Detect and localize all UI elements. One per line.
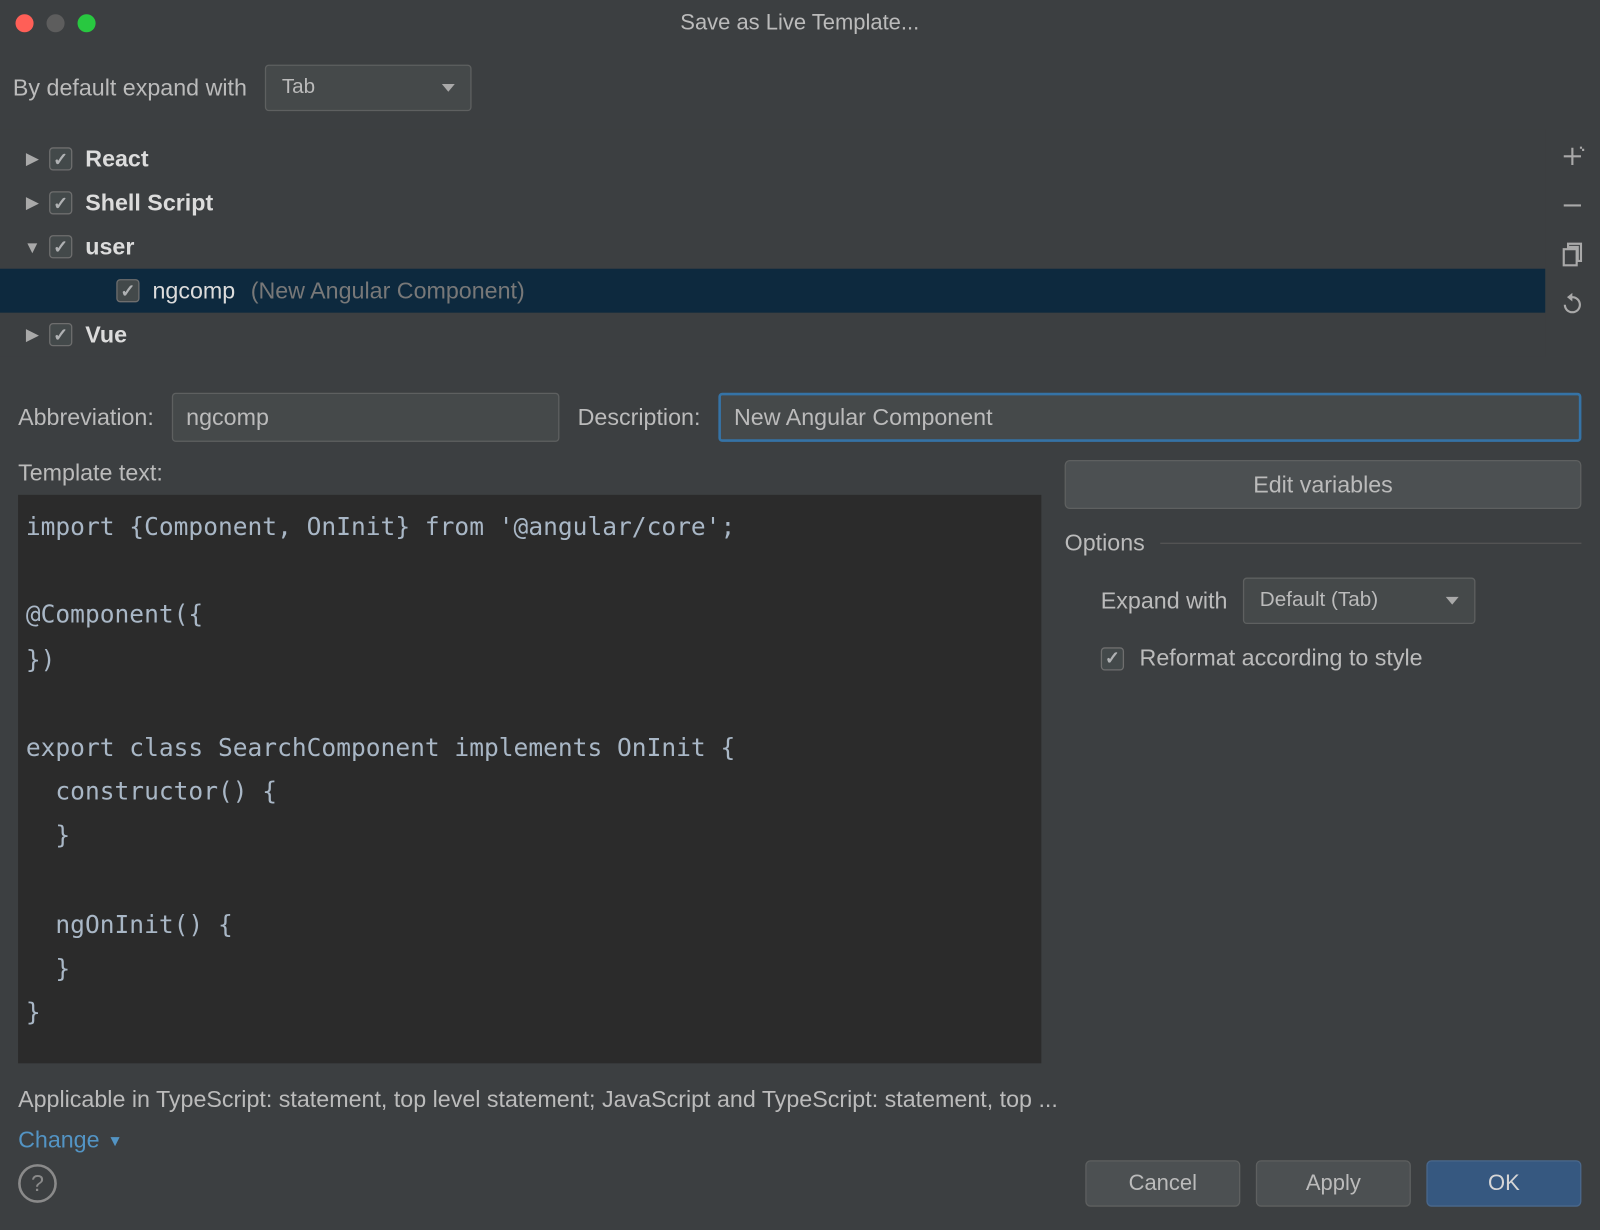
template-left: Template text: import {Component, OnInit… bbox=[18, 460, 1041, 1063]
tree-child-desc: (New Angular Component) bbox=[251, 277, 525, 304]
options-label: Options bbox=[1065, 530, 1145, 557]
chevron-right-icon[interactable]: ▶ bbox=[23, 149, 41, 170]
dialog-footer: ? Cancel Apply OK bbox=[0, 1137, 1599, 1230]
tree-label: Shell Script bbox=[85, 189, 213, 216]
expand-with-select[interactable]: Default (Tab) bbox=[1243, 578, 1476, 625]
expand-with-value: Default (Tab) bbox=[1260, 589, 1378, 612]
tree-child-abbr: ngcomp bbox=[152, 277, 235, 304]
description-input[interactable] bbox=[719, 393, 1582, 442]
cancel-button[interactable]: Cancel bbox=[1085, 1160, 1240, 1207]
reformat-label: Reformat according to style bbox=[1140, 645, 1423, 672]
restore-template-button[interactable] bbox=[1553, 284, 1592, 323]
revert-icon bbox=[1559, 291, 1585, 317]
reformat-checkbox[interactable] bbox=[1101, 647, 1124, 670]
tree-row-react[interactable]: ▶ React bbox=[0, 137, 1545, 181]
abbreviation-label: Abbreviation: bbox=[18, 404, 154, 431]
expand-default-row: By default expand with Tab bbox=[0, 47, 1599, 130]
tree-row-shellscript[interactable]: ▶ Shell Script bbox=[0, 181, 1545, 225]
copy-icon bbox=[1559, 242, 1585, 268]
chevron-down-icon[interactable]: ▼ bbox=[23, 237, 41, 256]
abbreviation-input[interactable] bbox=[172, 393, 560, 442]
template-text-label: Template text: bbox=[18, 460, 1041, 487]
description-label: Description: bbox=[578, 404, 701, 431]
divider bbox=[1160, 543, 1581, 544]
checkbox[interactable] bbox=[49, 147, 72, 170]
help-button[interactable]: ? bbox=[18, 1164, 57, 1203]
abbr-desc-row: Abbreviation: Description: bbox=[0, 357, 1599, 453]
ok-button[interactable]: OK bbox=[1426, 1160, 1581, 1207]
edit-variables-button[interactable]: Edit variables bbox=[1065, 460, 1582, 509]
checkbox[interactable] bbox=[49, 191, 72, 214]
tree-row-ngcomp[interactable]: ▶ ngcomp (New Angular Component) bbox=[0, 269, 1545, 313]
tree-label: React bbox=[85, 145, 148, 172]
apply-button[interactable]: Apply bbox=[1256, 1160, 1411, 1207]
checkbox[interactable] bbox=[116, 279, 139, 302]
expand-default-value: Tab bbox=[282, 76, 315, 99]
template-text-editor[interactable]: import {Component, OnInit} from '@angula… bbox=[18, 495, 1041, 1063]
minus-icon bbox=[1559, 193, 1585, 219]
chevron-right-icon[interactable]: ▶ bbox=[23, 193, 41, 214]
reformat-row: Reformat according to style bbox=[1065, 645, 1582, 672]
tree-row-user[interactable]: ▼ user bbox=[0, 225, 1545, 269]
help-icon: ? bbox=[31, 1170, 44, 1197]
expand-default-label: By default expand with bbox=[13, 74, 247, 101]
expand-with-row: Expand with Default (Tab) bbox=[1065, 578, 1582, 625]
chevron-right-icon[interactable]: ▶ bbox=[23, 324, 41, 345]
plus-icon bbox=[1559, 143, 1585, 169]
tree-label: user bbox=[85, 233, 134, 260]
checkbox[interactable] bbox=[49, 323, 72, 346]
tree-label: Vue bbox=[85, 321, 127, 348]
titlebar: Save as Live Template... bbox=[0, 0, 1599, 47]
tree-row-vue[interactable]: ▶ Vue bbox=[0, 313, 1545, 357]
template-tree[interactable]: ▶ React ▶ Shell Script ▼ user ▶ ngcomp (… bbox=[0, 129, 1545, 356]
checkbox[interactable] bbox=[49, 235, 72, 258]
window-title: Save as Live Template... bbox=[0, 10, 1599, 36]
expand-with-label: Expand with bbox=[1101, 587, 1228, 614]
remove-template-button[interactable] bbox=[1553, 186, 1592, 225]
template-right: Edit variables Options Expand with Defau… bbox=[1065, 460, 1582, 1063]
options-header: Options bbox=[1065, 530, 1582, 557]
template-section: Template text: import {Component, OnInit… bbox=[0, 452, 1599, 1063]
tree-side-buttons bbox=[1545, 129, 1599, 356]
duplicate-template-button[interactable] bbox=[1553, 235, 1592, 274]
template-tree-container: ▶ React ▶ Shell Script ▼ user ▶ ngcomp (… bbox=[0, 129, 1599, 356]
applicable-contexts-text: Applicable in TypeScript: statement, top… bbox=[0, 1063, 1599, 1121]
add-template-button[interactable] bbox=[1553, 137, 1592, 176]
expand-default-select[interactable]: Tab bbox=[265, 65, 472, 112]
